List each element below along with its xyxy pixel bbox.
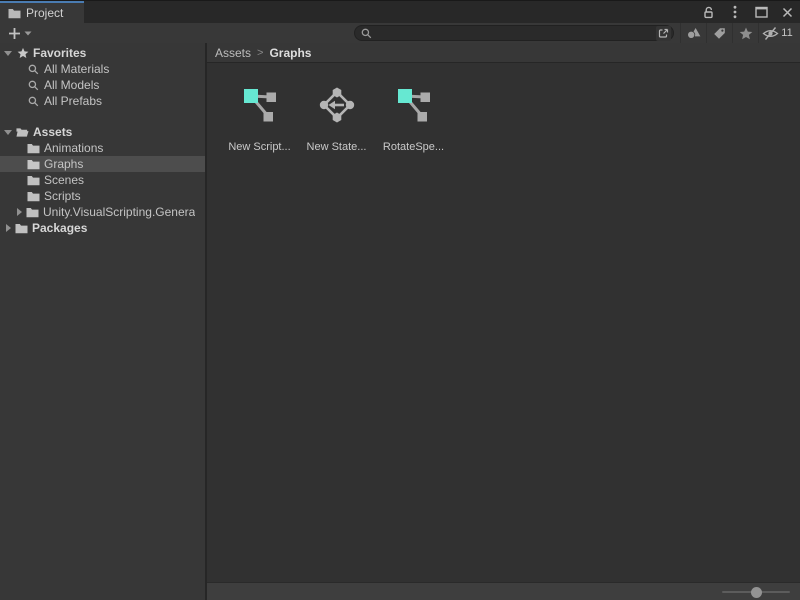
kebab-menu-icon[interactable] <box>728 5 742 19</box>
foldout-closed-icon[interactable] <box>6 224 11 232</box>
asset-item-new-script[interactable]: New Script... <box>221 86 298 153</box>
search-input[interactable] <box>372 26 656 40</box>
breadcrumb: Assets > Graphs <box>207 43 800 63</box>
main-area: Favorites All Materials All Models All P… <box>0 43 800 600</box>
sidebar-item-animations[interactable]: Animations <box>0 140 205 156</box>
foldout-closed-icon[interactable] <box>17 208 22 216</box>
search-icon <box>27 79 40 91</box>
item-label: All Models <box>44 78 99 92</box>
folder-icon <box>27 142 40 154</box>
foldout-open-icon[interactable] <box>4 51 12 56</box>
open-search-window-icon[interactable] <box>656 26 671 41</box>
search-by-label-button[interactable] <box>706 23 732 43</box>
folder-icon <box>26 206 39 218</box>
item-label: Scenes <box>44 173 84 187</box>
maximize-icon[interactable] <box>754 5 768 19</box>
folder-icon <box>27 174 40 186</box>
unlock-icon[interactable] <box>702 5 716 19</box>
section-label: Assets <box>33 125 72 139</box>
state-graph-icon <box>318 86 356 124</box>
unity-project-window: Project <box>0 0 800 600</box>
asset-grid: New Script... New <box>207 63 800 582</box>
section-label: Packages <box>32 221 87 235</box>
shapes-icon <box>687 27 701 39</box>
asset-item-new-state[interactable]: New State... <box>298 86 375 153</box>
hidden-count: 11 <box>781 27 792 39</box>
asset-label: New State... <box>307 141 367 153</box>
sidebar-item-scripts[interactable]: Scripts <box>0 188 205 204</box>
script-graph-icon <box>395 86 433 124</box>
search-by-type-button[interactable] <box>680 23 706 43</box>
breadcrumb-assets[interactable]: Assets <box>215 46 251 60</box>
create-asset-button[interactable] <box>4 23 36 43</box>
item-label: Animations <box>44 141 103 155</box>
item-label: Unity.VisualScripting.Genera <box>43 205 195 219</box>
asset-item-rotatespeed[interactable]: RotateSpe... <box>375 86 452 153</box>
thumbnail-zoom-slider[interactable] <box>722 587 790 597</box>
eye-slash-icon <box>762 27 779 40</box>
tab-project[interactable]: Project <box>0 1 84 23</box>
tab-bar: Project <box>0 1 800 23</box>
folder-icon <box>15 222 28 234</box>
slider-thumb[interactable] <box>751 587 762 598</box>
tab-label: Project <box>26 6 63 20</box>
sidebar-item-unity-visualscripting[interactable]: Unity.VisualScripting.Genera <box>0 204 205 220</box>
folder-open-icon <box>16 126 29 138</box>
search-icon <box>361 28 372 39</box>
star-icon <box>16 47 29 59</box>
item-label: All Prefabs <box>44 94 102 108</box>
search-icon <box>27 63 40 75</box>
sidebar-item-all-prefabs[interactable]: All Prefabs <box>0 93 205 109</box>
foldout-open-icon[interactable] <box>4 130 12 135</box>
asset-label: RotateSpe... <box>383 141 444 153</box>
close-icon[interactable] <box>780 5 794 19</box>
search-icon <box>27 95 40 107</box>
project-toolbar: 11 <box>0 23 800 43</box>
item-label: All Materials <box>44 62 109 76</box>
breadcrumb-separator-icon: > <box>257 47 263 59</box>
sidebar-item-scenes[interactable]: Scenes <box>0 172 205 188</box>
favorites-filter-button[interactable] <box>732 23 758 43</box>
tag-icon <box>713 27 726 40</box>
script-graph-icon <box>241 86 279 124</box>
status-bar <box>207 582 800 600</box>
sidebar-item-graphs[interactable]: Graphs <box>0 156 205 172</box>
hidden-objects-button[interactable]: 11 <box>758 23 796 43</box>
project-sidebar: Favorites All Materials All Models All P… <box>0 43 207 600</box>
sidebar-item-all-models[interactable]: All Models <box>0 77 205 93</box>
section-label: Favorites <box>33 46 86 60</box>
item-label: Scripts <box>44 189 81 203</box>
sidebar-section-favorites[interactable]: Favorites <box>0 45 205 61</box>
sidebar-section-packages[interactable]: Packages <box>0 220 205 236</box>
star-icon <box>739 27 753 40</box>
folder-icon <box>27 158 40 170</box>
sidebar-section-assets[interactable]: Assets <box>0 124 205 140</box>
asset-label: New Script... <box>228 141 290 153</box>
folder-icon <box>27 190 40 202</box>
sidebar-item-all-materials[interactable]: All Materials <box>0 61 205 77</box>
search-field[interactable] <box>354 25 674 41</box>
content-pane: Assets > Graphs New Script <box>207 43 800 600</box>
folder-icon <box>8 7 21 19</box>
item-label: Graphs <box>44 157 83 171</box>
breadcrumb-graphs[interactable]: Graphs <box>269 46 311 60</box>
plus-icon <box>8 27 21 40</box>
window-controls <box>702 1 794 23</box>
chevron-down-icon <box>24 31 32 36</box>
